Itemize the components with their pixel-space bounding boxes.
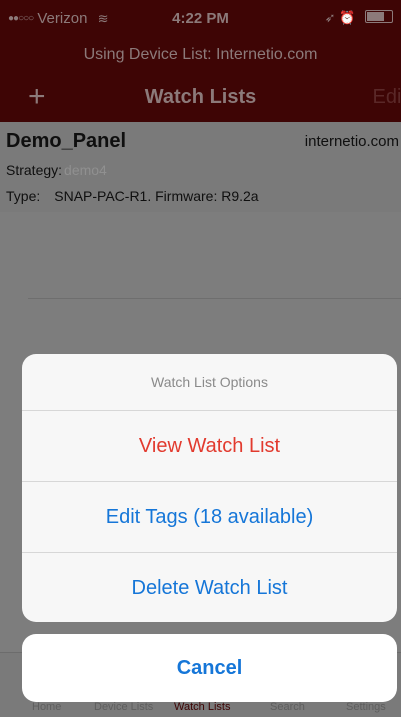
battery-icon: [365, 10, 393, 23]
location-icon: ➶: [324, 10, 336, 25]
edit-tags-button[interactable]: Edit Tags (18 available): [22, 482, 397, 553]
type-label: Type:: [6, 188, 41, 204]
delete-watch-list-button[interactable]: Delete Watch List: [22, 553, 397, 622]
panel-domain: internetio.com: [304, 133, 399, 150]
strategy-value: demo4: [64, 162, 107, 178]
tab-settings[interactable]: Settings: [346, 701, 386, 713]
status-bar: ●●○○○ Verizon ≋ 4:22 PM ➶ ⏰: [0, 0, 401, 36]
panel-type: Type: SNAP-PAC-R1. Firmware: R9.2a: [6, 188, 259, 204]
strategy-label: Strategy:: [6, 162, 63, 178]
tab-home[interactable]: Home: [32, 701, 61, 713]
type-value: SNAP-PAC-R1. Firmware: R9.2a: [54, 188, 259, 204]
alarm-icon: ⏰: [339, 10, 356, 25]
panel-strategy: Strategy: demo4: [6, 162, 107, 178]
action-sheet: Watch List Options View Watch List Edit …: [22, 354, 397, 622]
navigation-bar: + Watch Lists Edit: [0, 74, 401, 122]
view-watch-list-button[interactable]: View Watch List: [22, 411, 397, 482]
panel-name: Demo_Panel: [6, 130, 127, 152]
cancel-button[interactable]: Cancel: [22, 634, 397, 702]
device-list-banner: Using Device List: Internetio.com: [0, 36, 401, 74]
tab-watch-lists[interactable]: Watch Lists: [174, 701, 230, 713]
panel-header: Demo_Panel internetio.com Strategy: demo4…: [0, 122, 401, 212]
edit-button[interactable]: Edit: [373, 86, 401, 109]
tab-search[interactable]: Search: [270, 701, 305, 713]
list-divider: [28, 298, 401, 299]
page-title: Watch Lists: [144, 86, 257, 108]
action-sheet-title: Watch List Options: [22, 354, 397, 411]
tab-device-lists[interactable]: Device Lists: [94, 701, 153, 713]
status-right: ➶ ⏰: [325, 10, 393, 26]
